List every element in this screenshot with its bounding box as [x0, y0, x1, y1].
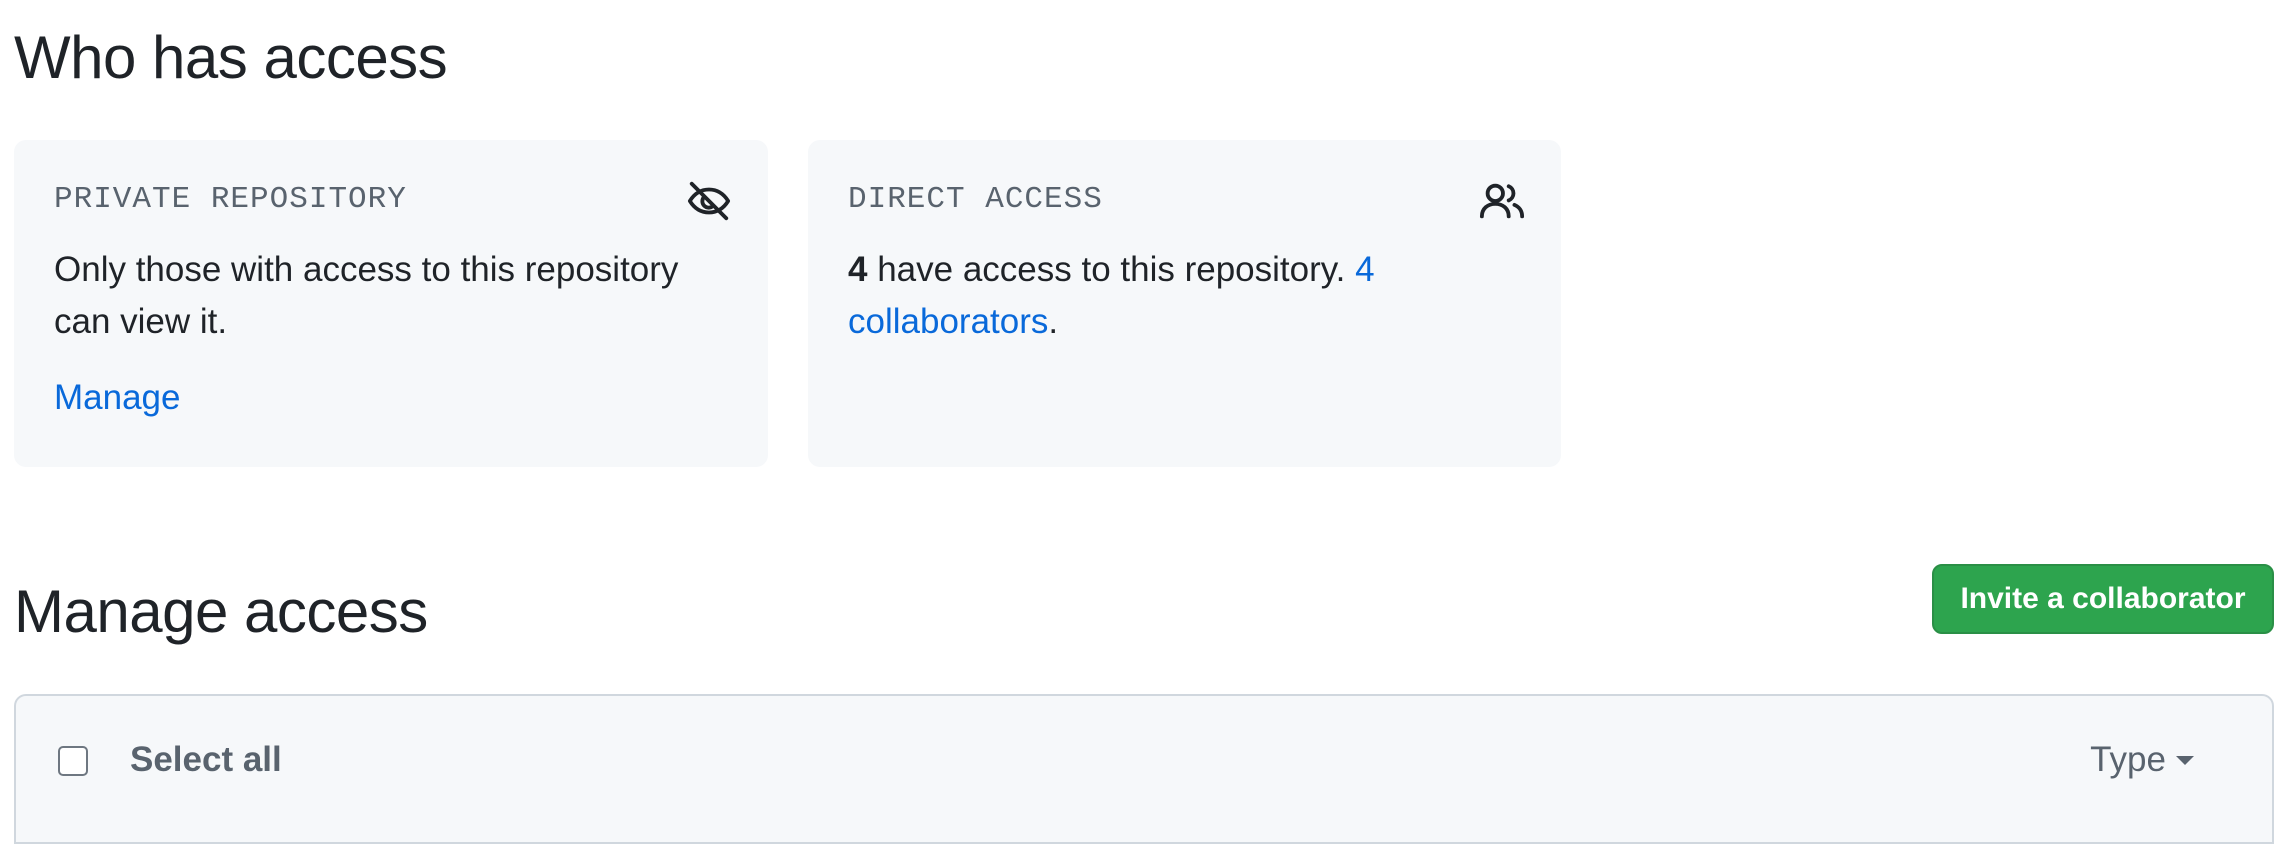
type-filter-dropdown[interactable]: Type: [2090, 740, 2194, 780]
access-text-end: .: [1048, 302, 1059, 341]
private-repository-card: PRIVATE REPOSITORY Only those with acces…: [14, 140, 768, 467]
caret-down-icon: [2176, 755, 2194, 765]
collaborators-table-header: Select all Type: [14, 694, 2274, 844]
who-has-access-title: Who has access: [14, 24, 448, 91]
private-repository-description: Only those with access to this repositor…: [54, 250, 679, 341]
manage-access-title: Manage access: [14, 578, 428, 645]
private-repository-label: PRIVATE REPOSITORY: [54, 182, 407, 217]
direct-access-label: DIRECT ACCESS: [848, 182, 1103, 217]
direct-access-card: DIRECT ACCESS 4 have access to this repo…: [808, 140, 1561, 467]
people-icon: [1479, 183, 1525, 219]
access-text: have access to this repository.: [867, 250, 1356, 289]
eye-closed-icon: [687, 181, 731, 221]
type-filter-label: Type: [2090, 740, 2166, 779]
select-all-checkbox[interactable]: [58, 746, 88, 776]
direct-access-description: 4 have access to this repository. 4 coll…: [848, 244, 1525, 348]
access-count: 4: [848, 250, 868, 289]
select-all-label[interactable]: Select all: [130, 740, 282, 780]
invite-collaborator-button[interactable]: Invite a collaborator: [1932, 564, 2274, 634]
manage-link[interactable]: Manage: [54, 372, 180, 424]
